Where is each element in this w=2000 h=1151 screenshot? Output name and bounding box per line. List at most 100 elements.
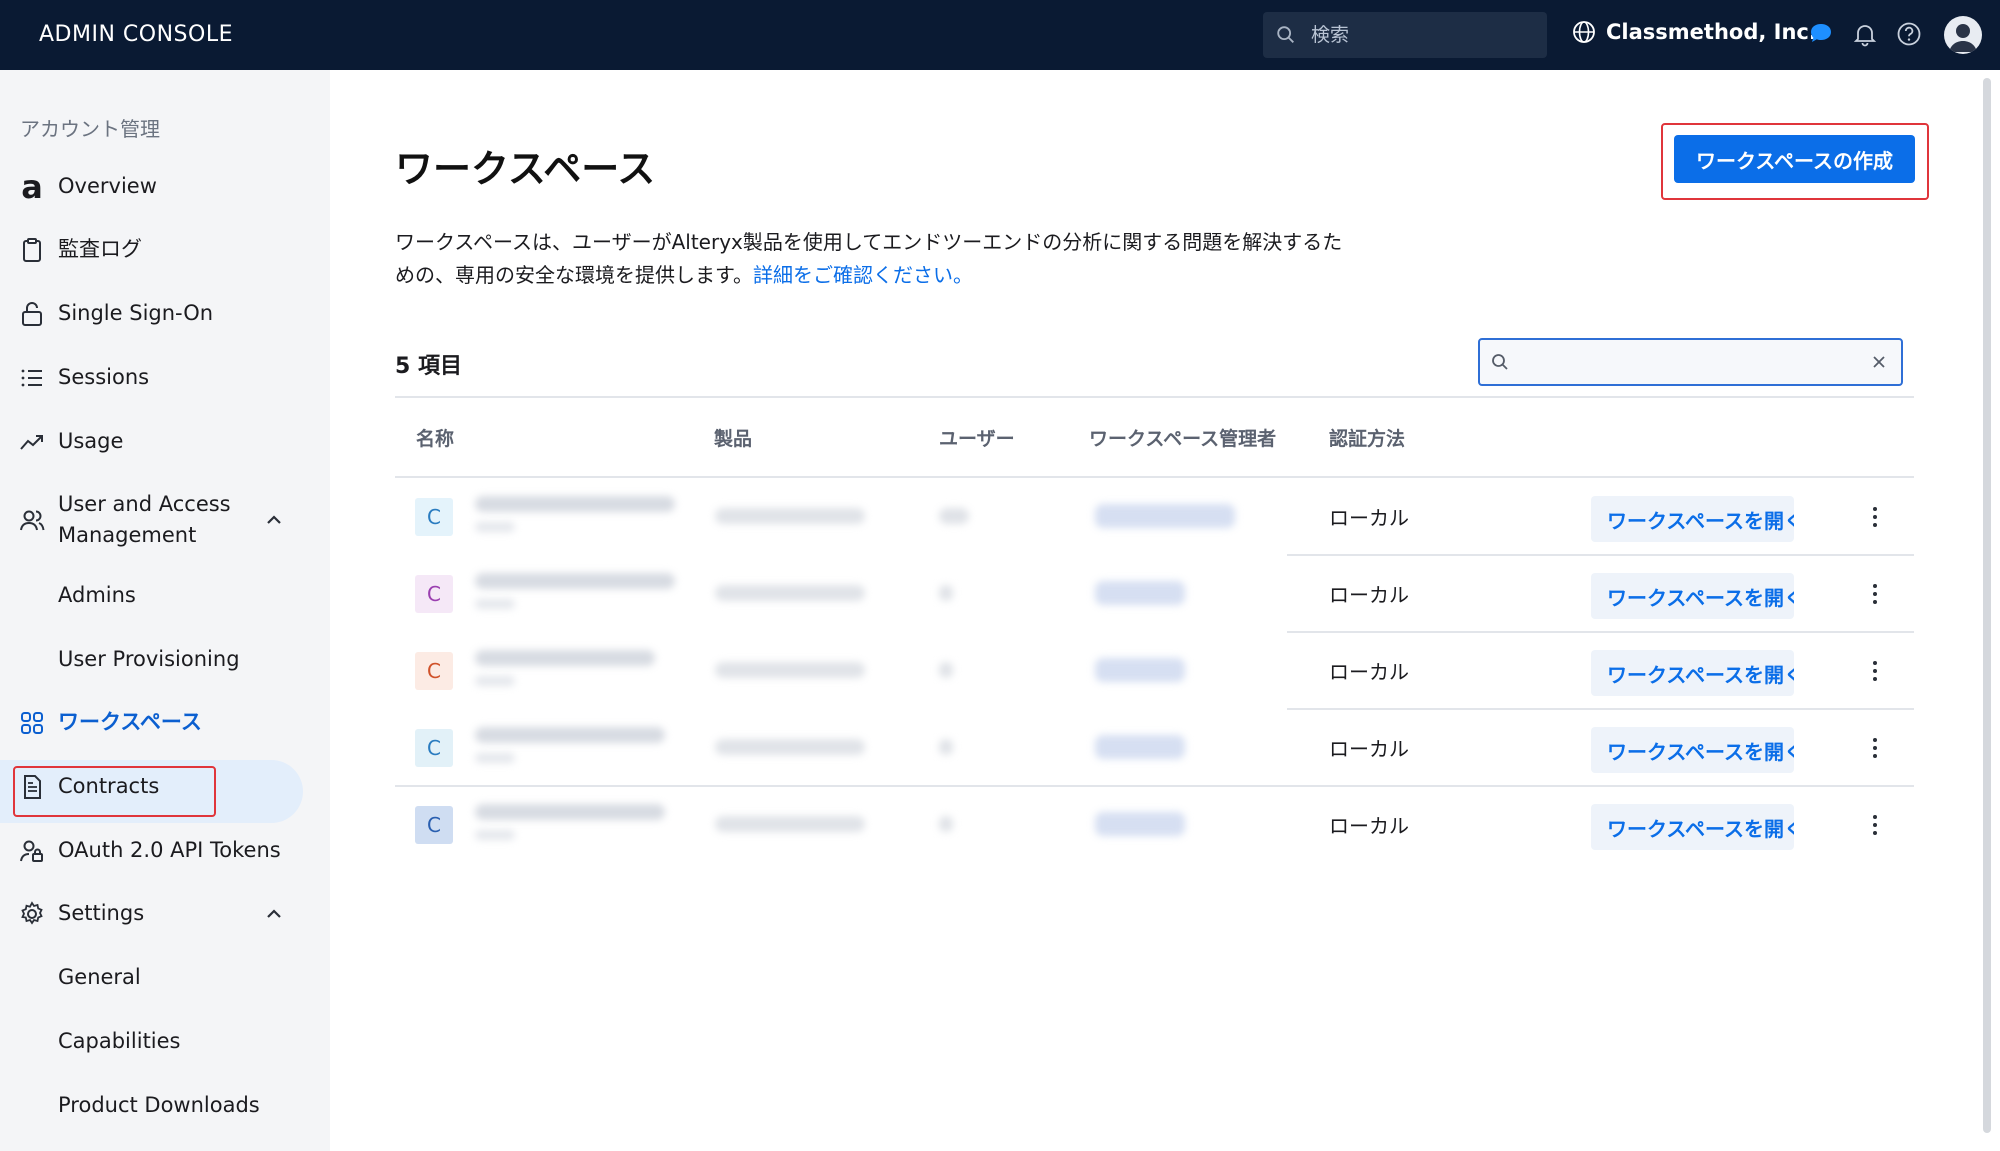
- global-search-input[interactable]: [1311, 24, 1531, 46]
- auth-method: ローカル: [1329, 506, 1409, 530]
- sidebar-item-label: ワークスペース: [58, 710, 202, 734]
- org-selector[interactable]: Classmethod, Inc.: [1572, 20, 1817, 44]
- redacted-product: [715, 508, 865, 524]
- sidebar-item-capabilities[interactable]: Capabilities: [0, 1026, 330, 1057]
- users-icon: [20, 510, 45, 531]
- sidebar-item-label: Sessions: [58, 365, 150, 389]
- create-workspace-button[interactable]: ワークスペースの作成: [1674, 135, 1915, 183]
- redacted-product: [715, 816, 865, 832]
- redacted-admins: [1095, 812, 1185, 836]
- alteryx-a-icon: a: [21, 167, 43, 206]
- column-header-product[interactable]: 製品: [714, 424, 752, 451]
- table-row: C ローカル ワークスペースを開く: [395, 786, 1914, 863]
- learn-more-link[interactable]: 詳細をご確認ください。: [753, 263, 973, 287]
- redacted-name: [475, 804, 665, 820]
- sidebar-item-label: Capabilities: [58, 1029, 181, 1053]
- redacted-users: [939, 508, 969, 524]
- sidebar-item-label: Settings: [58, 901, 145, 925]
- global-search[interactable]: [1263, 12, 1547, 58]
- help-icon[interactable]: [1896, 21, 1922, 47]
- open-workspace-button[interactable]: ワークスペースを開く: [1591, 727, 1794, 773]
- redacted-subtext: [475, 676, 515, 686]
- redacted-name: [475, 496, 675, 512]
- column-header-name[interactable]: 名称: [416, 424, 454, 451]
- redacted-name: [475, 727, 665, 743]
- globe-icon: [1573, 21, 1595, 43]
- sidebar-item-label: Usage: [58, 429, 124, 453]
- sidebar-item-user-provisioning[interactable]: User Provisioning: [0, 644, 330, 675]
- open-workspace-button[interactable]: ワークスペースを開く: [1591, 650, 1794, 696]
- open-workspace-button[interactable]: ワークスペースを開く: [1591, 573, 1794, 619]
- close-icon[interactable]: [1869, 352, 1889, 372]
- brand-title[interactable]: ADMIN CONSOLE: [39, 22, 233, 47]
- more-options-icon[interactable]: [1863, 812, 1887, 838]
- more-options-icon[interactable]: [1863, 504, 1887, 530]
- sidebar-item-product-downloads[interactable]: Product Downloads: [0, 1090, 330, 1121]
- sidebar-item-single-sign-on[interactable]: Single Sign-On: [0, 298, 330, 329]
- workspace-initial-badge: C: [415, 575, 453, 613]
- table-top-divider: [395, 396, 1914, 398]
- redacted-product: [715, 662, 865, 678]
- page-scrollbar[interactable]: [1983, 78, 1991, 1133]
- open-workspace-button[interactable]: ワークスペースを開く: [1591, 804, 1794, 850]
- sidebar-item-label: OAuth 2.0 API Tokens: [58, 838, 281, 862]
- sidebar-item-sessions[interactable]: Sessions: [0, 362, 330, 393]
- chevron-up-icon[interactable]: [262, 508, 286, 532]
- sidebar-item-admins[interactable]: Admins: [0, 580, 330, 611]
- more-options-icon[interactable]: [1863, 581, 1887, 607]
- user-avatar[interactable]: [1944, 16, 1982, 54]
- redacted-subtext: [475, 753, 515, 763]
- sidebar-item-general[interactable]: General: [0, 962, 330, 993]
- sidebar-item-overview[interactable]: a Overview: [0, 167, 330, 206]
- column-header-workspace-admins[interactable]: ワークスペース管理者: [1089, 424, 1276, 451]
- item-count: 5 項目: [395, 354, 462, 379]
- sidebar-item-contracts[interactable]: Contracts: [0, 771, 330, 802]
- redacted-subtext: [475, 830, 515, 840]
- chat-icon[interactable]: [1808, 21, 1834, 47]
- table-filter[interactable]: [1478, 338, 1903, 386]
- sidebar-item-workspaces[interactable]: ワークスペース: [0, 707, 330, 738]
- workspace-initial-badge: C: [415, 806, 453, 844]
- sidebar-item-oauth-tokens[interactable]: OAuth 2.0 API Tokens: [0, 835, 330, 866]
- lock-icon: [22, 301, 42, 326]
- redacted-product: [715, 585, 865, 601]
- redacted-subtext: [475, 599, 515, 609]
- sidebar-item-label: General: [58, 965, 141, 989]
- bell-icon[interactable]: [1852, 21, 1878, 47]
- more-options-icon[interactable]: [1863, 735, 1887, 761]
- more-options-icon[interactable]: [1863, 658, 1887, 684]
- redacted-name: [475, 650, 655, 666]
- list-icon: [21, 369, 42, 386]
- document-icon: [24, 774, 41, 799]
- table-row: C ローカル ワークスペースを開く: [395, 555, 1914, 633]
- workspace-initial-badge: C: [415, 652, 453, 690]
- page-description: ワークスペースは、ユーザーがAlteryx製品を使用してエンドツーエンドの分析に…: [395, 226, 1345, 292]
- column-header-auth-method[interactable]: 認証方法: [1329, 424, 1405, 451]
- sidebar-item-label: 監査ログ: [58, 237, 142, 261]
- table-filter-input[interactable]: [1520, 346, 1860, 378]
- redacted-users: [939, 739, 953, 755]
- open-workspace-button[interactable]: ワークスペースを開く: [1591, 496, 1794, 542]
- trend-icon: [20, 434, 43, 450]
- sidebar-item-usage[interactable]: Usage: [0, 426, 330, 457]
- sidebar-item-audit-log[interactable]: 監査ログ: [0, 234, 330, 265]
- sidebar-item-settings[interactable]: Settings: [0, 898, 330, 929]
- user-key-icon: [20, 840, 43, 862]
- org-name: Classmethod, Inc.: [1606, 20, 1817, 44]
- sidebar-item-label: User and Access Management: [58, 492, 231, 547]
- sidebar-item-label: Overview: [58, 174, 157, 198]
- redacted-subtext: [475, 522, 515, 532]
- table-row: C ローカル ワークスペースを開く: [395, 709, 1914, 787]
- redacted-admins: [1095, 504, 1235, 528]
- gear-icon: [21, 900, 43, 925]
- column-header-users[interactable]: ユーザー: [939, 424, 1015, 451]
- section-account-management: アカウント管理: [20, 117, 160, 141]
- table-row: C ローカル ワークスペースを開く: [395, 478, 1914, 556]
- redacted-product: [715, 739, 865, 755]
- chevron-up-icon[interactable]: [262, 902, 286, 926]
- redacted-users: [939, 662, 953, 678]
- sidebar-item-user-access-management[interactable]: User and Access Management: [0, 489, 330, 551]
- auth-method: ローカル: [1329, 660, 1409, 684]
- clipboard-icon: [23, 237, 41, 262]
- auth-method: ローカル: [1329, 583, 1409, 607]
